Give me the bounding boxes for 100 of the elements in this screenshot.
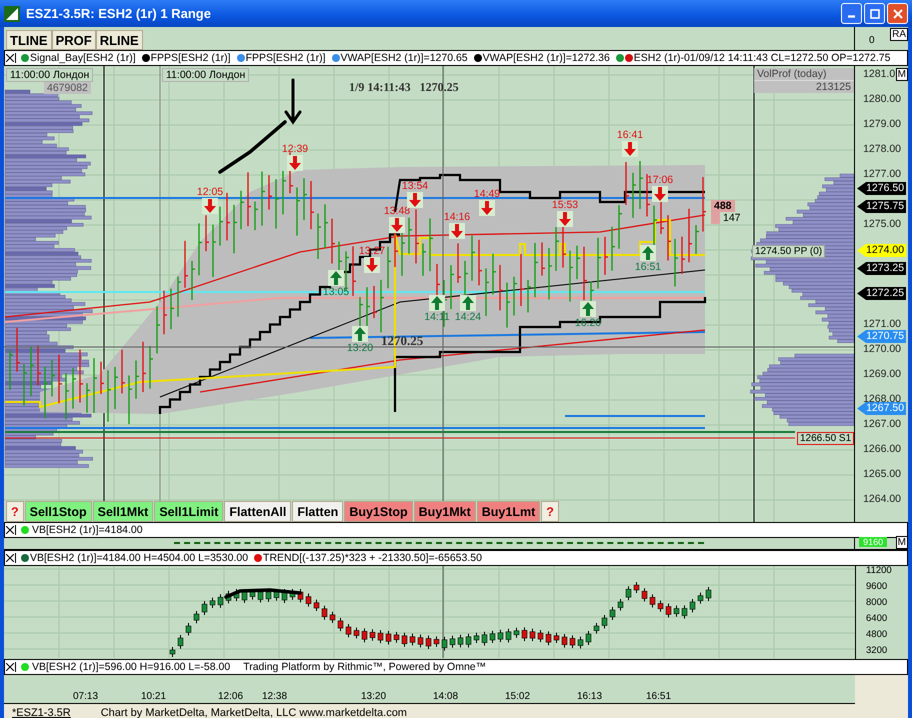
axis-label: 14:08: [433, 691, 458, 702]
down-arrow-icon: [287, 155, 303, 171]
axis-label: 1265.00: [863, 468, 902, 480]
axis-label: 16:13: [577, 691, 602, 702]
signal-time: 15:53: [552, 199, 578, 211]
up-arrow-icon: [460, 295, 476, 311]
down-arrow-icon: [449, 223, 465, 239]
axis-label: 1268.00: [863, 393, 902, 405]
trade-button[interactable]: ?: [6, 501, 24, 522]
axis-label: 11200: [866, 565, 892, 576]
trade-button[interactable]: Sell1Stop: [24, 501, 92, 522]
axis-mode-button[interactable]: M: [896, 68, 908, 81]
maximize-icon: [870, 8, 880, 18]
signal-time: 14:16: [444, 211, 470, 223]
close-icon[interactable]: [5, 662, 16, 672]
legend-text: FPPS[ESH2 (1r)]: [246, 52, 326, 64]
axis-label: 9600: [866, 581, 888, 592]
legend-text: VB[ESH2 (1r)]=4184.00 H=4504.00 L=3530.00: [30, 552, 248, 564]
axis-label: 6400: [866, 613, 888, 624]
price-tag: 1272.25: [857, 287, 906, 300]
axis-label: 13:20: [361, 691, 386, 702]
axis-label: 3200: [866, 645, 888, 656]
signal-time: 13:54: [402, 180, 428, 192]
legend-text: VB[ESH2 (1r)]=4184.00: [32, 524, 143, 536]
down-arrow-icon: [622, 141, 638, 157]
down-arrow-icon: [557, 211, 573, 227]
legend-text: Signal_Bay[ESH2 (1r)]: [30, 52, 136, 64]
trade-button[interactable]: Buy1Lmt: [476, 501, 540, 522]
axis-label: 1271.00: [863, 318, 902, 330]
axis-mode-button[interactable]: M: [896, 536, 908, 549]
level-label: 1266.50 S1: [797, 432, 854, 445]
trade-button[interactable]: Flatten: [292, 501, 344, 522]
axis-label: 1280.00: [863, 93, 902, 105]
axis-label: 1278.00: [863, 143, 902, 155]
up-arrow-icon: [429, 295, 445, 311]
down-arrow-icon: [652, 186, 668, 202]
minimize-icon: [848, 15, 855, 18]
axis-label: 4800: [866, 629, 888, 640]
axis-label: 12:38: [262, 691, 288, 702]
signal-time: 17:06: [646, 174, 674, 186]
axis-label: 1267.00: [863, 418, 902, 430]
signal-time: 14:49: [474, 188, 500, 200]
signal-time: 13:05: [322, 286, 350, 298]
signal-time: 12:05: [196, 186, 224, 198]
legend-text: VB[ESH2 (1r)]=596.00 H=916.00 L=-58.00: [32, 661, 230, 673]
signal-time: 13:20: [346, 342, 374, 354]
price-tag: 1276.50: [857, 182, 906, 195]
close-icon[interactable]: [5, 553, 16, 563]
trade-button[interactable]: Sell1Limit: [154, 501, 224, 522]
trade-button[interactable]: Buy1Mkt: [414, 501, 476, 522]
down-arrow-icon: [389, 217, 405, 233]
window-title: ESZ1-3.5R: ESH2 (1r) 1 Range: [26, 6, 211, 21]
legend-text: TREND[(-137.25)*323 + -21330.50]=-65653.50: [263, 552, 482, 564]
axis-label: 10:21: [141, 691, 166, 702]
axis-label: 1270.00: [863, 343, 902, 355]
price-tag: 1267.50: [857, 402, 906, 415]
trade-button[interactable]: ?: [541, 501, 559, 522]
close-icon[interactable]: [5, 53, 16, 63]
axis-mode-button[interactable]: RA: [890, 28, 908, 41]
axis-value: 0: [869, 35, 875, 46]
price-tag: 1275.75: [857, 200, 906, 213]
chart-link[interactable]: *ESZ1-3.5R: [12, 706, 71, 718]
axis-label: 1266.00: [863, 443, 902, 455]
axis-label: 12:06: [218, 691, 244, 702]
close-icon[interactable]: [5, 525, 16, 535]
toolbar-button[interactable]: TLINE: [6, 30, 52, 50]
axis-label: 1279.00: [863, 118, 902, 130]
axis-label: 8000: [866, 597, 888, 608]
down-arrow-icon: [407, 192, 423, 208]
toolbar-button[interactable]: PROF: [52, 30, 96, 50]
maximize-button[interactable]: [864, 3, 885, 24]
price-tag: 1270.75: [857, 330, 906, 343]
legend-text: ESH2 (1r)-01/09/12 14:11:43 CL=1272.50 OP=1272.75: [634, 52, 890, 64]
axis-label: 1269.00: [863, 368, 902, 380]
trade-button[interactable]: Sell1Mkt: [92, 501, 154, 522]
status-text: Chart by MarketDelta, MarketDelta, LLC www.marketdelta.com: [100, 706, 407, 718]
signal-time: 12:39: [282, 143, 308, 155]
trade-button[interactable]: FlattenAll: [224, 501, 292, 522]
session-label: 11:00:00 Лондон: [162, 68, 250, 82]
price-tag: 1273.25: [857, 262, 906, 275]
axis-label: 07:13: [73, 691, 98, 702]
trade-button[interactable]: Buy1Stop: [344, 501, 413, 522]
axis-label: 15:02: [505, 691, 530, 702]
close-icon: [892, 8, 902, 18]
minimize-button[interactable]: [841, 3, 862, 24]
axis-label: 1281.0: [863, 68, 896, 80]
axis-label: 16:51: [646, 691, 672, 702]
close-button[interactable]: [887, 3, 908, 24]
legend-text: FPPS[ESH2 (1r)]: [150, 52, 231, 64]
signal-time: 16:41: [616, 129, 644, 141]
down-arrow-icon: [202, 198, 218, 214]
legend-text: VWAP[ESH2 (1r)]=1272.36: [482, 52, 610, 64]
toolbar-button[interactable]: RLINE: [96, 30, 143, 50]
axis-label: 1275.00: [863, 218, 902, 230]
signal-time: 14:24: [454, 311, 482, 323]
platform-credit: Trading Platform by Rithmic™, Powered by Omne™: [243, 661, 486, 673]
level-label: 1274.50 PP (0): [752, 245, 826, 258]
volprof-title: VolProf (today): [756, 68, 828, 80]
up-arrow-icon: [328, 270, 344, 286]
up-arrow-icon: [352, 326, 368, 342]
